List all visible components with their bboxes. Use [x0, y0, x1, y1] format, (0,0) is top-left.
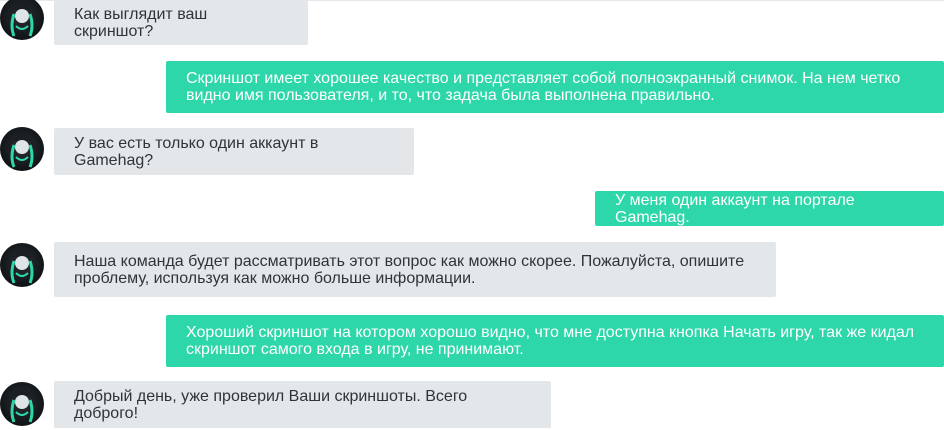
message-text: Наша команда будет рассматривать этот во… [74, 252, 745, 287]
avatar-icon [10, 247, 34, 284]
support-avatar [0, 0, 44, 40]
avatar-icon [10, 131, 34, 168]
chat-message: Наша команда будет рассматривать этот во… [54, 242, 776, 297]
message-text: У вас есть только один аккаунт в Gamehag… [74, 134, 319, 169]
message-text: Как выглядит ваш скриншот? [74, 5, 208, 40]
support-avatar [0, 382, 44, 426]
chat-message: Добрый день, уже проверил Ваши скриншоты… [54, 381, 551, 428]
chat-message: Скриншот имеет хорошее качество и предст… [166, 61, 944, 113]
avatar-icon [10, 386, 34, 423]
message-text: Добрый день, уже проверил Ваши скриншоты… [74, 387, 468, 422]
support-avatar [0, 127, 44, 171]
chat-message: Хороший скриншот на котором хорошо видно… [166, 315, 944, 367]
message-text: Хороший скриншот на котором хорошо видно… [186, 324, 915, 358]
chat-message: У вас есть только один аккаунт в Gamehag… [54, 128, 414, 175]
support-avatar [0, 243, 44, 287]
message-text: Скриншот имеет хорошее качество и предст… [186, 70, 901, 104]
chat-message: У меня один аккаунт на портале Gamehag. [595, 191, 944, 226]
avatar-icon [10, 0, 34, 37]
message-text: У меня один аккаунт на портале Gamehag. [615, 191, 855, 226]
chat-message: Как выглядит ваш скриншот? [54, 0, 308, 45]
